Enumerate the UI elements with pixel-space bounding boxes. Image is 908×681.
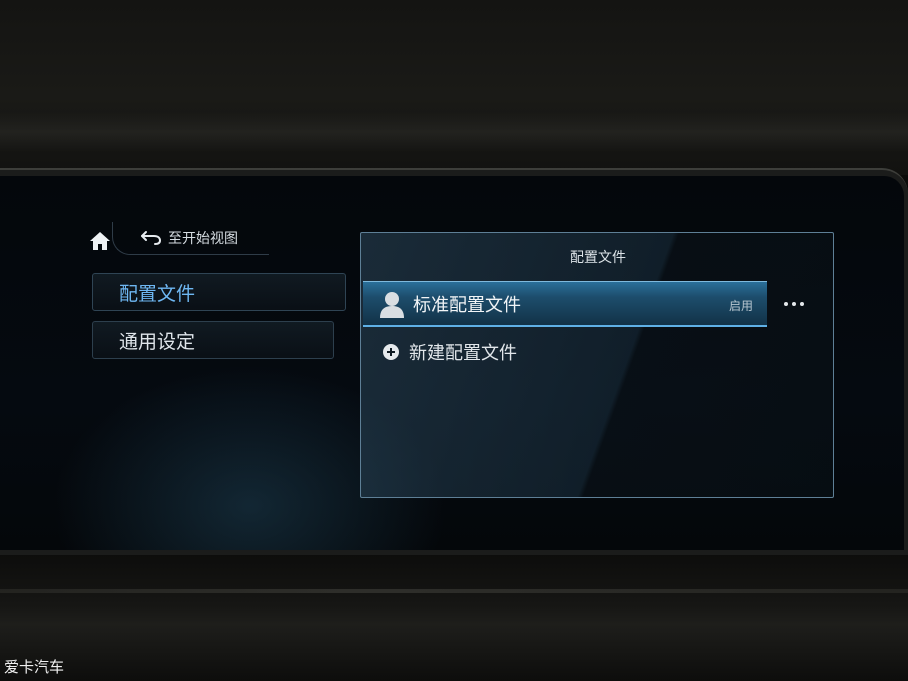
- back-label: 至开始视图: [168, 231, 238, 247]
- back-to-start-button[interactable]: 至开始视图: [140, 226, 238, 250]
- dashboard-lower-trim: [0, 555, 908, 681]
- new-profile-button[interactable]: 新建配置文件: [383, 339, 517, 365]
- profile-status-badge: 启用: [728, 299, 753, 313]
- back-arrow-icon: [141, 231, 162, 245]
- plus-circle-icon: [383, 344, 399, 360]
- more-dot-icon: [800, 302, 804, 306]
- profile-row-standard[interactable]: 标准配置文件 启用: [363, 281, 767, 327]
- more-dot-icon: [784, 302, 788, 306]
- home-button[interactable]: [80, 224, 120, 258]
- new-profile-label: 新建配置文件: [409, 343, 517, 364]
- dashboard-upper-trim: [0, 0, 908, 175]
- user-icon: [379, 289, 405, 319]
- watermark-text: 爱卡汽车: [4, 658, 65, 676]
- profile-more-options-button[interactable]: [779, 295, 809, 313]
- more-dot-icon: [792, 302, 796, 306]
- profiles-panel: 配置文件 标准配置文件 启用 新建配置文件: [360, 232, 834, 498]
- home-icon: [90, 232, 110, 250]
- panel-title: 配置文件: [570, 250, 626, 266]
- profile-name: 标准配置文件: [413, 294, 521, 316]
- sidebar-item-general-settings[interactable]: 通用设定: [92, 321, 334, 359]
- sidebar-item-label: 配置文件: [119, 282, 196, 305]
- sidebar-item-profiles[interactable]: 配置文件: [92, 273, 346, 311]
- sidebar-item-label: 通用设定: [119, 330, 196, 353]
